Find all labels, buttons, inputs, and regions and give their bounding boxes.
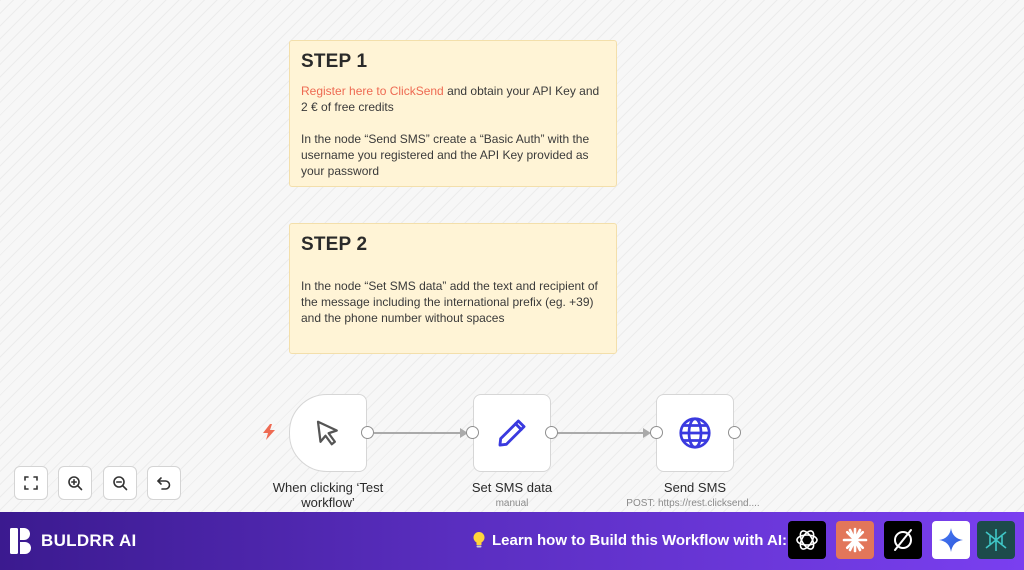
- gemini-button[interactable]: [932, 521, 970, 559]
- cursor-icon: [316, 420, 338, 446]
- undo-button[interactable]: [147, 466, 181, 500]
- zoom-out-icon: [113, 476, 128, 491]
- lightbulb-icon: [473, 532, 485, 548]
- input-handle[interactable]: [650, 426, 663, 439]
- node-send-sms[interactable]: [656, 394, 734, 472]
- deepseek-icon: [985, 529, 1007, 551]
- gemini-icon: [939, 528, 963, 552]
- learn-cta-text: Learn how to Build this Workflow with AI…: [492, 531, 787, 549]
- connection-edge[interactable]: [557, 432, 649, 434]
- fit-view-button[interactable]: [14, 466, 48, 500]
- node-set-sms-data[interactable]: [473, 394, 551, 472]
- deepseek-button[interactable]: [977, 521, 1015, 559]
- workflow-canvas[interactable]: STEP 1 Register here to ClickSend and ob…: [0, 0, 1024, 512]
- undo-icon: [157, 477, 171, 490]
- node-manual-trigger[interactable]: [289, 394, 367, 472]
- node-label: Send SMS: [663, 480, 727, 495]
- fit-view-icon: [24, 476, 38, 490]
- clicksend-register-link[interactable]: Register here to ClickSend: [301, 84, 444, 98]
- node-subtitle: POST: https://rest.clicksend....: [626, 498, 760, 509]
- output-handle[interactable]: [545, 426, 558, 439]
- brand-name: BULDRR AI: [41, 531, 137, 550]
- node-label: Set SMS data: [471, 480, 553, 495]
- note-title: STEP 2: [301, 234, 368, 255]
- globe-icon: [679, 417, 711, 449]
- sticky-note-step-2[interactable]: STEP 2 In the node “Set SMS data” add th…: [289, 223, 617, 354]
- lightning-bolt-icon: [263, 424, 275, 440]
- buldrr-logo-icon: [10, 528, 31, 554]
- note-text: Register here to ClickSend and obtain yo…: [301, 84, 600, 114]
- sticky-note-step-1[interactable]: STEP 1 Register here to ClickSend and ob…: [289, 40, 617, 187]
- perplexity-icon: [894, 529, 912, 551]
- zoom-in-button[interactable]: [58, 466, 92, 500]
- learn-cta[interactable]: Learn how to Build this Workflow with AI…: [472, 531, 787, 549]
- connection-edge[interactable]: [374, 432, 466, 434]
- note-title: STEP 1: [301, 51, 368, 72]
- output-handle[interactable]: [361, 426, 374, 439]
- claude-icon: [842, 527, 868, 553]
- zoom-out-button[interactable]: [103, 466, 137, 500]
- promo-banner: BULDRR AI Learn how to Build this Workfl…: [0, 512, 1024, 570]
- note-text: In the node “Send SMS” create a “Basic A…: [301, 132, 590, 178]
- perplexity-button[interactable]: [884, 521, 922, 559]
- zoom-in-icon: [68, 476, 83, 491]
- pencil-icon: [498, 419, 526, 447]
- claude-button[interactable]: [836, 521, 874, 559]
- chatgpt-button[interactable]: [788, 521, 826, 559]
- input-handle[interactable]: [466, 426, 479, 439]
- note-text: In the node “Set SMS data” add the text …: [301, 279, 598, 325]
- output-handle[interactable]: [728, 426, 741, 439]
- node-subtitle: manual: [495, 498, 529, 509]
- node-label: When clicking ‘Test workflow’: [272, 480, 384, 510]
- brand-logo[interactable]: BULDRR AI: [9, 527, 137, 555]
- chatgpt-icon: [796, 530, 818, 550]
